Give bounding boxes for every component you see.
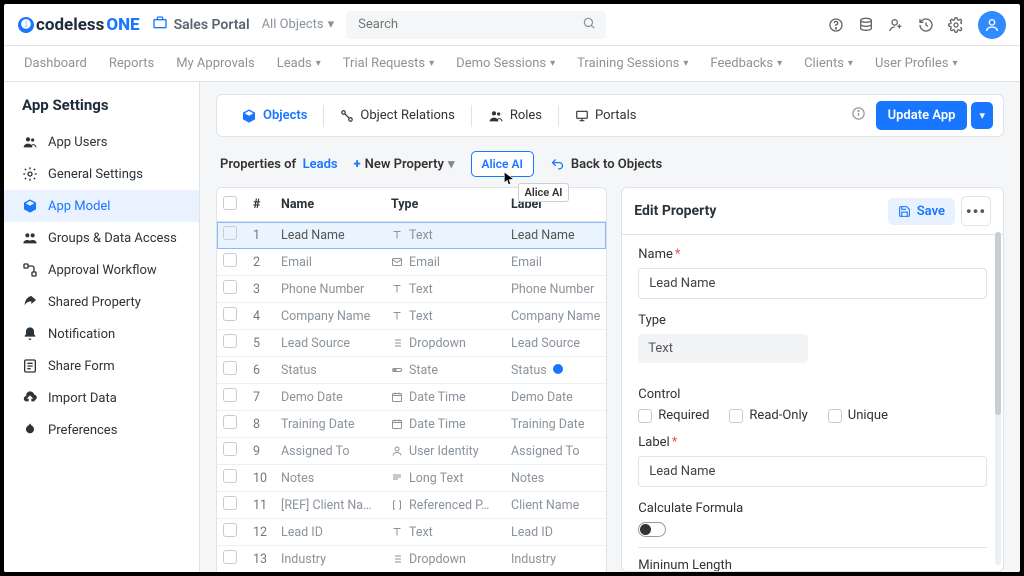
row-checkbox[interactable]: [223, 523, 237, 537]
row-checkbox[interactable]: [223, 226, 237, 240]
cursor-icon: [502, 170, 516, 189]
edit-property-title: Edit Property: [634, 203, 716, 219]
new-property-button[interactable]: +New Property▾: [354, 157, 455, 172]
col-num: #: [247, 197, 275, 212]
label-input[interactable]: [638, 456, 987, 487]
search-icon: [582, 15, 596, 34]
more-button[interactable]: •••: [961, 196, 991, 226]
tab-objects[interactable]: Objects: [227, 102, 321, 130]
update-app-button[interactable]: Update App: [876, 101, 968, 130]
status-dot-icon: [553, 364, 563, 374]
table-row[interactable]: 6StatusStateStatus: [217, 357, 606, 384]
table-row[interactable]: 5Lead SourceDropdownLead Source: [217, 330, 606, 357]
sidebar-item-approval-workflow[interactable]: Approval Workflow: [4, 254, 199, 286]
nav-reports[interactable]: Reports: [109, 56, 154, 71]
select-all-checkbox[interactable]: [223, 196, 237, 210]
required-checkbox[interactable]: Required: [638, 408, 709, 423]
sidebar-title: App Settings: [22, 96, 181, 114]
logo-icon: ➊: [18, 17, 34, 33]
brand-logo: ➊ codelessONE: [18, 15, 140, 35]
field-label-label: Label*: [638, 435, 987, 450]
name-input[interactable]: [638, 268, 987, 299]
table-row[interactable]: 2EmailEmailEmail: [217, 249, 606, 276]
chevron-down-icon: ▾: [328, 17, 335, 32]
sidebar-item-preferences[interactable]: Preferences: [4, 414, 199, 446]
sidebar-item-notification[interactable]: Notification: [4, 318, 199, 350]
sidebar-item-share-form[interactable]: Share Form: [4, 350, 199, 382]
row-checkbox[interactable]: [223, 550, 237, 564]
tab-roles[interactable]: Roles: [474, 102, 556, 130]
table-row[interactable]: 9Assigned ToUser IdentityAssigned To: [217, 438, 606, 465]
nav-feedbacks[interactable]: Feedbacks ▾: [710, 56, 782, 71]
col-name: Name: [275, 197, 385, 212]
scrollbar[interactable]: [995, 232, 1001, 565]
field-name-label: Name*: [638, 247, 987, 262]
nav-clients[interactable]: Clients ▾: [804, 56, 853, 71]
alice-ai-button[interactable]: Alice AI Alice AI: [471, 151, 534, 177]
nav-my-approvals[interactable]: My Approvals: [176, 56, 255, 71]
save-button[interactable]: Save: [888, 198, 955, 225]
table-row[interactable]: 3Phone NumberTextPhone Number: [217, 276, 606, 303]
nav-training-sessions[interactable]: Training Sessions ▾: [577, 56, 688, 71]
unique-checkbox[interactable]: Unique: [828, 408, 888, 423]
row-checkbox[interactable]: [223, 307, 237, 321]
global-search[interactable]: [346, 11, 606, 39]
col-type: Type: [385, 197, 505, 212]
row-checkbox[interactable]: [223, 253, 237, 267]
update-app-caret[interactable]: ▾: [971, 102, 993, 129]
row-checkbox[interactable]: [223, 415, 237, 429]
nav-leads[interactable]: Leads ▾: [277, 56, 321, 71]
row-checkbox[interactable]: [223, 496, 237, 510]
sidebar-item-groups-data-access[interactable]: Groups & Data Access: [4, 222, 199, 254]
row-checkbox[interactable]: [223, 442, 237, 456]
sidebar-item-shared-property[interactable]: Shared Property: [4, 286, 199, 318]
history-icon[interactable]: [918, 17, 934, 33]
table-row[interactable]: 1Lead NameTextLead Name: [217, 222, 606, 249]
row-checkbox[interactable]: [223, 334, 237, 348]
all-objects-dropdown[interactable]: All Objects▾: [262, 17, 335, 32]
table-row[interactable]: 11[REF] Client NameReferenced P…Client N…: [217, 492, 606, 519]
info-icon[interactable]: [851, 106, 866, 125]
settings-icon[interactable]: [948, 17, 964, 33]
nav-demo-sessions[interactable]: Demo Sessions ▾: [456, 56, 555, 71]
portal-switcher[interactable]: Sales Portal: [152, 15, 250, 35]
row-checkbox[interactable]: [223, 361, 237, 375]
row-checkbox[interactable]: [223, 469, 237, 483]
tab-portals[interactable]: Portals: [561, 102, 650, 129]
database-icon[interactable]: [858, 17, 874, 33]
table-row[interactable]: 7Demo DateDate TimeDemo Date: [217, 384, 606, 411]
row-checkbox[interactable]: [223, 388, 237, 402]
sidebar-item-general-settings[interactable]: General Settings: [4, 158, 199, 190]
nav-user-profiles[interactable]: User Profiles ▾: [875, 56, 958, 71]
portal-icon: [152, 15, 168, 35]
table-row[interactable]: 13IndustryDropdownIndustry: [217, 546, 606, 572]
control-label: Control: [638, 387, 987, 402]
readonly-checkbox[interactable]: Read-Only: [729, 408, 807, 423]
properties-of-label: Properties of: [220, 157, 296, 172]
sidebar-item-app-model[interactable]: App Model: [4, 190, 199, 222]
user-avatar[interactable]: [978, 11, 1006, 39]
calc-formula-label: Calculate Formula: [638, 501, 987, 516]
search-input[interactable]: [356, 16, 582, 33]
sidebar-item-import-data[interactable]: Import Data: [4, 382, 199, 414]
user-add-icon[interactable]: [888, 17, 904, 33]
alice-tooltip: Alice AI: [518, 183, 570, 202]
portal-label: Sales Portal: [174, 17, 250, 33]
calc-formula-toggle[interactable]: [638, 522, 666, 537]
tab-object-relations[interactable]: Object Relations: [326, 102, 468, 129]
table-row[interactable]: 12Lead IDTextLead ID: [217, 519, 606, 546]
back-to-objects-link[interactable]: Back to Objects: [550, 157, 662, 172]
field-type-label: Type: [638, 313, 987, 328]
help-icon[interactable]: [828, 17, 844, 33]
min-length-label: Mininum Length: [638, 558, 987, 571]
nav-dashboard[interactable]: Dashboard: [24, 56, 87, 71]
row-checkbox[interactable]: [223, 280, 237, 294]
table-row[interactable]: 8Training DateDate TimeTraining Date: [217, 411, 606, 438]
properties-object-link[interactable]: Leads: [303, 157, 338, 172]
nav-trial-requests[interactable]: Trial Requests ▾: [343, 56, 434, 71]
type-input: [638, 334, 808, 363]
table-row[interactable]: 4Company NameTextCompany Name: [217, 303, 606, 330]
sidebar-item-app-users[interactable]: App Users: [4, 126, 199, 158]
table-row[interactable]: 10NotesLong TextNotes: [217, 465, 606, 492]
